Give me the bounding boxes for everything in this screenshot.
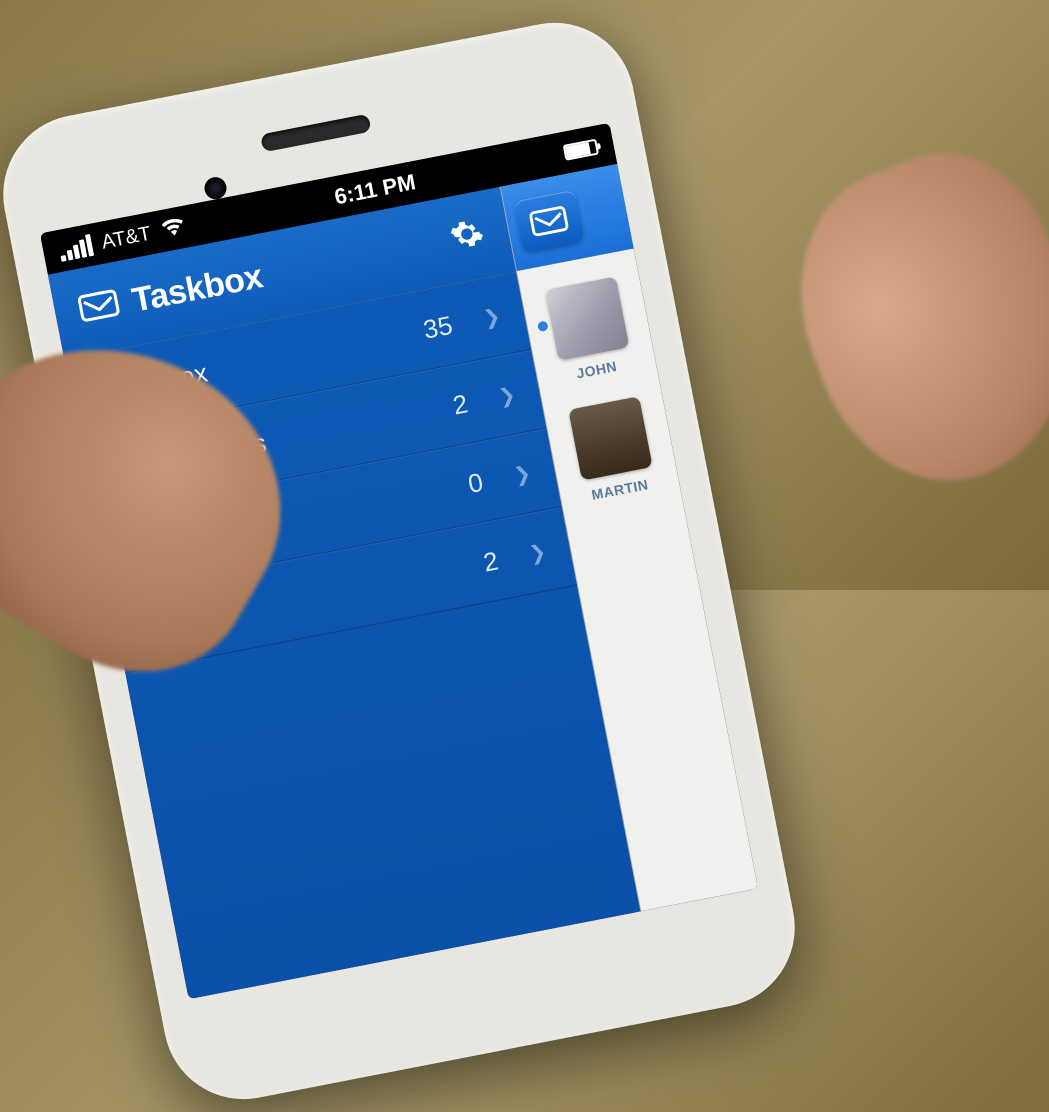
app-root: Taskbox Inbox 35 ❯	[48, 164, 758, 999]
compose-button[interactable]	[513, 189, 584, 252]
nav-count: 35	[420, 309, 454, 345]
contact-item[interactable]: MARTIN	[542, 381, 682, 523]
nav-label	[190, 566, 466, 620]
wifi-icon	[158, 213, 188, 243]
phone-device: AT&T 6:11 PM Taskbox	[0, 9, 808, 1112]
chevron-right-icon: ❯	[481, 302, 502, 330]
carrier-label: AT&T	[99, 222, 152, 254]
folder-icon	[122, 527, 160, 567]
avatar	[567, 396, 651, 480]
app-brand: Taskbox	[75, 257, 265, 331]
nav-count: 2	[480, 544, 500, 577]
contact-name: MARTIN	[590, 476, 649, 503]
nav-count: 2	[450, 387, 470, 420]
phone-speaker	[260, 113, 371, 152]
finger-photo	[762, 125, 1049, 515]
contact-item[interactable]: JOHN	[519, 262, 659, 404]
signal-icon	[57, 233, 94, 261]
nav-count: 0	[465, 466, 485, 499]
tasks-icon	[107, 449, 145, 489]
folder-icon	[138, 606, 176, 646]
inbox-icon	[92, 370, 130, 410]
chevron-right-icon: ❯	[496, 381, 517, 409]
avatar	[544, 276, 628, 360]
nav-label	[175, 487, 451, 541]
unread-dot-icon	[537, 320, 549, 332]
battery-icon	[562, 138, 598, 160]
chevron-right-icon: ❯	[511, 460, 532, 488]
app-title: Taskbox	[128, 257, 265, 320]
settings-button[interactable]	[447, 214, 488, 259]
status-time: 6:11 PM	[332, 169, 417, 210]
phone-screen: AT&T 6:11 PM Taskbox	[40, 122, 758, 998]
taskbox-logo-icon	[76, 286, 122, 330]
contact-name: JOHN	[575, 358, 618, 382]
chevron-right-icon: ❯	[527, 538, 548, 566]
